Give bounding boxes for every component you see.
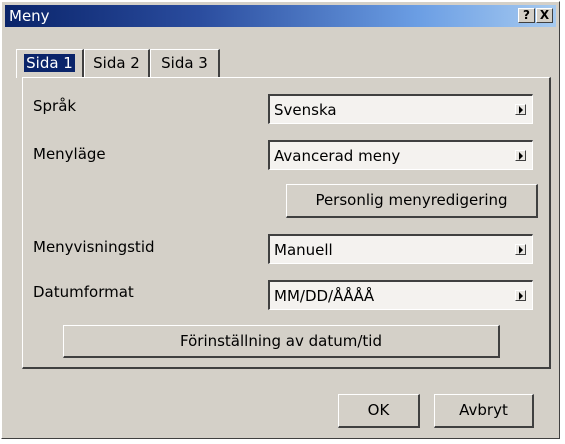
tab-sida-2[interactable]: Sida 2	[84, 49, 150, 78]
date-format-label: Datumformat	[33, 283, 134, 301]
arrow-right-icon[interactable]	[515, 104, 526, 115]
language-select[interactable]: Svenska	[268, 94, 533, 124]
menu-mode-select[interactable]: Avancerad meny	[268, 140, 533, 170]
menu-mode-value: Avancerad meny	[274, 147, 401, 165]
arrow-right-icon[interactable]	[515, 290, 526, 301]
date-format-select[interactable]: MM/DD/ÅÅÅÅ	[268, 280, 533, 310]
arrow-right-icon[interactable]	[515, 244, 526, 255]
arrow-right-icon[interactable]	[515, 150, 526, 161]
menu-mode-label: Menyläge	[33, 145, 106, 163]
menu-display-time-value: Manuell	[274, 241, 333, 259]
ok-button[interactable]: OK	[338, 394, 420, 428]
custom-menu-edit-button[interactable]: Personlig menyredigering	[286, 184, 538, 218]
title-bar[interactable]: Meny ? X	[5, 5, 556, 27]
cancel-button[interactable]: Avbryt	[434, 394, 534, 428]
menu-display-time-label: Menyvisningstid	[33, 238, 155, 256]
close-button[interactable]: X	[536, 8, 553, 23]
menu-display-time-select[interactable]: Manuell	[268, 234, 533, 264]
window-title: Meny	[9, 7, 50, 25]
tab-label: Sida 1	[24, 54, 75, 72]
language-value: Svenska	[274, 101, 337, 119]
help-button[interactable]: ?	[518, 8, 535, 23]
date-time-preset-button[interactable]: Förinställning av datum/tid	[63, 325, 500, 358]
date-format-value: MM/DD/ÅÅÅÅ	[274, 287, 375, 305]
tab-sida-3[interactable]: Sida 3	[150, 49, 220, 78]
tab-label: Sida 2	[93, 54, 140, 72]
tab-sida-1[interactable]: Sida 1	[16, 49, 84, 78]
tab-label: Sida 3	[161, 54, 208, 72]
language-label: Språk	[33, 97, 77, 115]
